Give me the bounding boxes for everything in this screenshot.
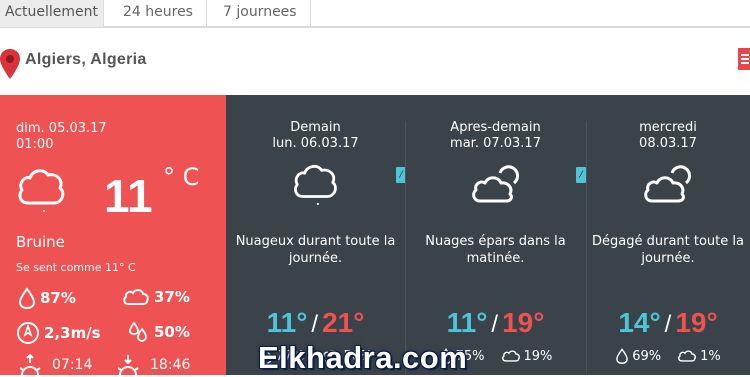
day-clouds: 1% <box>677 348 721 364</box>
tab-7-days[interactable]: 7 journees <box>207 0 311 27</box>
drizzle-icon <box>18 169 65 212</box>
wind-compass-icon <box>17 322 39 344</box>
menu-button[interactable] <box>738 48 750 70</box>
partly-cloudy-icon <box>471 165 519 203</box>
raindrops-icon <box>129 321 147 342</box>
current-temperature: 11 <box>104 170 153 222</box>
tab-current[interactable]: Actuellement <box>0 0 104 27</box>
partly-cloudy-icon <box>644 165 691 203</box>
precipitation-value: 50% <box>154 323 190 341</box>
cloud-icon <box>123 289 149 305</box>
day-date: lun. 06.03.17 <box>272 136 359 151</box>
min-temperature: 11° <box>266 307 308 338</box>
day-description: Dégagé durant toute la journée. <box>592 234 744 266</box>
day-date: mar. 07.03.17 <box>450 136 541 151</box>
forecast-tabs: Actuellement 24 heures 7 journees <box>0 0 750 28</box>
cloud-icon <box>501 350 520 362</box>
temperature-separator: / <box>491 311 499 338</box>
day-clouds: 19% <box>501 348 553 364</box>
temperature-separator: / <box>664 311 672 338</box>
sunrise-time: 07:14 <box>52 357 93 373</box>
cloud-icon <box>678 350 697 362</box>
feels-like: Se sent comme 11° C <box>16 261 136 274</box>
day-name: mercredi <box>639 120 697 135</box>
day-date: 08.03.17 <box>639 136 697 151</box>
day-clouds-value: 1% <box>700 348 721 364</box>
current-weather-card: dim. 05.03.17 01:00 11 ° C Bruine Se sen… <box>0 95 226 377</box>
sunset-icon <box>118 355 139 376</box>
day-clouds-value: 19% <box>523 348 553 364</box>
day-stats: 69% 1% <box>586 348 750 364</box>
wind-value: 2,3m/s <box>44 324 101 342</box>
day-name: Apres-demain <box>450 120 541 135</box>
info-tag[interactable]: / <box>576 167 586 183</box>
day-temperatures: 14°/19° <box>586 307 750 339</box>
sunset: 18:46 <box>118 353 190 377</box>
location-header: Algiers, Algeria <box>0 46 750 79</box>
precipitation-stat: 50% <box>126 321 190 343</box>
wind-stat: 2,3m/s <box>16 321 101 345</box>
forecast-day-2[interactable]: Apres-demain mar. 07.03.17 Nuages épars … <box>405 95 586 375</box>
sunrise: 07:14 <box>20 353 92 377</box>
sunset-time: 18:46 <box>150 357 191 373</box>
forecast-panel: Demain lun. 06.03.17 Nuageux durant tout… <box>226 95 750 375</box>
location-name: Algiers, Algeria <box>25 51 147 68</box>
min-temperature: 14° <box>618 307 661 338</box>
current-time-text: 01:00 <box>16 137 54 152</box>
sunrise-icon <box>20 353 41 376</box>
humidity-stat: 87% <box>18 287 76 309</box>
day-description: Nuages épars dans la matinée. <box>425 234 566 266</box>
cloud-cover-value: 37% <box>154 288 190 306</box>
cloud-cover-stat: 37% <box>122 287 190 307</box>
humidity-drop-icon <box>18 287 36 309</box>
current-date: dim. 05.03.17 01:00 <box>16 121 107 153</box>
day-temperatures: 11°/21° <box>226 307 405 339</box>
temperature-unit: ° C <box>163 163 200 191</box>
day-humidity-value: 69% <box>632 348 662 364</box>
temperature-separator: / <box>311 311 319 338</box>
map-pin-icon <box>0 49 20 79</box>
humidity-value: 87% <box>40 289 76 307</box>
forecast-day-1[interactable]: Demain lun. 06.03.17 Nuageux durant tout… <box>226 95 406 375</box>
current-date-text: dim. 05.03.17 <box>16 121 107 136</box>
day-temperatures: 11°/19° <box>405 307 586 339</box>
max-temperature: 19° <box>502 307 545 338</box>
cloud-icon <box>293 164 337 205</box>
min-temperature: 11° <box>446 307 488 338</box>
day-name: Demain <box>290 120 341 135</box>
humidity-drop-icon <box>616 348 629 364</box>
max-temperature: 21° <box>322 307 365 338</box>
watermark: Elkhadra.com <box>258 340 468 375</box>
max-temperature: 19° <box>675 307 718 338</box>
forecast-day-3[interactable]: mercredi 08.03.17 Dégagé durant toute la… <box>586 95 750 375</box>
day-description: Nuageux durant toute la journée. <box>235 234 396 266</box>
day-humidity: 69% <box>615 348 661 364</box>
current-condition: Bruine <box>16 233 65 251</box>
tab-24-hours[interactable]: 24 heures <box>105 0 207 27</box>
